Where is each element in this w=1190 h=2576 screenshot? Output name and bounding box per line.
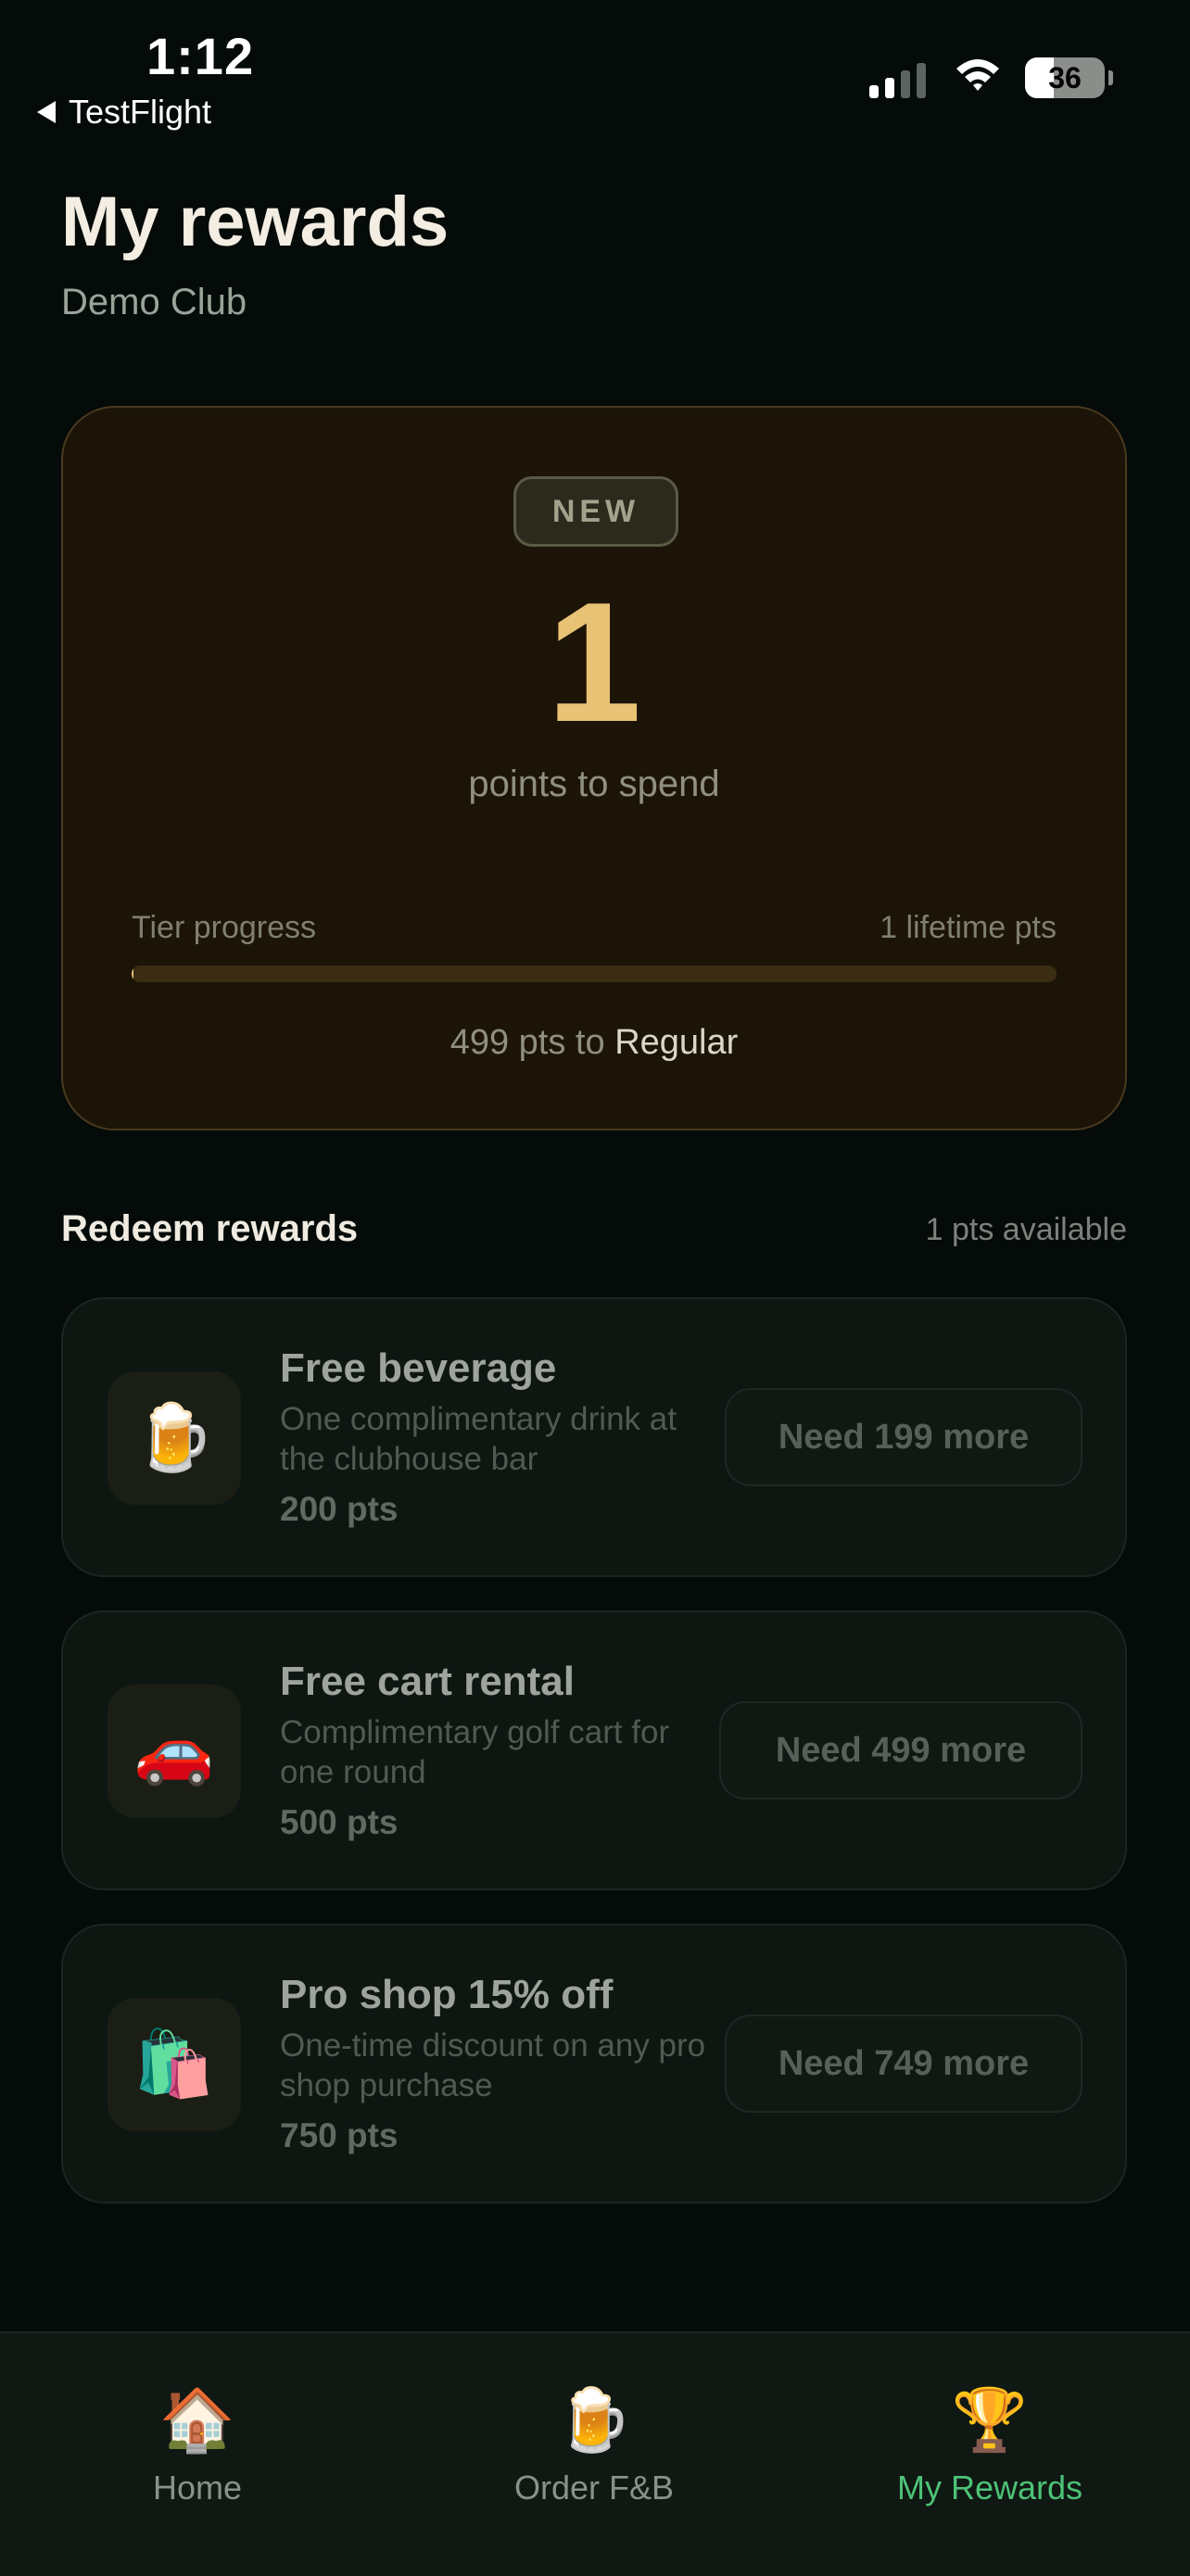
redeem-rewards-heading: Redeem rewards [61, 1208, 359, 1249]
redeem-button[interactable]: Need 199 more [725, 1388, 1082, 1486]
back-to-testflight[interactable]: TestFlight [37, 93, 211, 132]
reward-name: Free cart rental [280, 1659, 575, 1704]
points-card: NEW 1 points to spend Tier progress 1 li… [61, 406, 1127, 1130]
points-balance: 1 [546, 566, 642, 757]
cellular-signal-icon [869, 61, 926, 98]
points-to-next-prefix: 499 pts to [449, 1023, 605, 1062]
reward-cost: 500 pts [280, 1803, 399, 1841]
reward-cost: 750 pts [280, 2116, 399, 2154]
points-label: points to spend [468, 764, 720, 804]
redeem-button[interactable]: Need 499 more [719, 1701, 1082, 1799]
reward-cost: 200 pts [280, 1490, 399, 1528]
back-arrow-icon [37, 101, 56, 123]
tier-badge: NEW [513, 476, 678, 547]
tier-progress-fill [132, 966, 133, 982]
beer-mug-icon: 🍺 [555, 2385, 633, 2454]
reward-description: One-time discount on any pro shop purcha… [280, 2027, 706, 2103]
points-to-next-tier: 499 pts to Regular [63, 1023, 1125, 1063]
page-title: My rewards [61, 183, 449, 261]
tab-my-rewards[interactable]: 🏆 My Rewards [851, 2383, 1129, 2507]
house-icon: 🏠 [158, 2385, 236, 2454]
car-icon: 🚗 [108, 1685, 241, 1818]
tier-progress-label: Tier progress [132, 910, 317, 945]
tab-bar: 🏠 Home 🍺 Order F&B 🏆 My Rewards [0, 2331, 1190, 2576]
battery-icon: 36 [1025, 57, 1105, 98]
tab-label: My Rewards [896, 2469, 1083, 2507]
reward-card[interactable]: 🍺 Free beverage One complimentary drink … [61, 1297, 1127, 1577]
next-tier-name: Regular [614, 1023, 739, 1062]
reward-name: Free beverage [280, 1345, 557, 1391]
tab-label: Order F&B [513, 2469, 675, 2507]
shopping-bags-icon: 🛍️ [108, 1998, 241, 2131]
reward-description: Complimentary golf cart for one round [280, 1714, 670, 1790]
battery-level: 36 [1048, 61, 1082, 95]
reward-card[interactable]: 🛍️ Pro shop 15% off One-time discount on… [61, 1924, 1127, 2203]
trophy-icon: 🏆 [951, 2385, 1029, 2454]
tab-label: Home [152, 2469, 243, 2507]
lifetime-points: 1 lifetime pts [880, 910, 1057, 945]
tab-order-fb[interactable]: 🍺 Order F&B [455, 2383, 733, 2507]
battery-tip [1108, 70, 1113, 85]
tier-progress-bar [132, 966, 1057, 982]
reward-description: One complimentary drink at the clubhouse… [280, 1401, 677, 1477]
wifi-icon [956, 59, 999, 91]
tab-home[interactable]: 🏠 Home [58, 2383, 336, 2507]
beer-mug-icon: 🍺 [108, 1371, 241, 1505]
reward-name: Pro shop 15% off [280, 1972, 614, 2017]
points-available: 1 pts available [925, 1212, 1127, 1247]
club-name: Demo Club [61, 282, 247, 322]
reward-card[interactable]: 🚗 Free cart rental Complimentary golf ca… [61, 1610, 1127, 1890]
back-label: TestFlight [69, 93, 212, 131]
redeem-button[interactable]: Need 749 more [725, 2014, 1082, 2113]
status-time: 1:12 [146, 27, 255, 85]
